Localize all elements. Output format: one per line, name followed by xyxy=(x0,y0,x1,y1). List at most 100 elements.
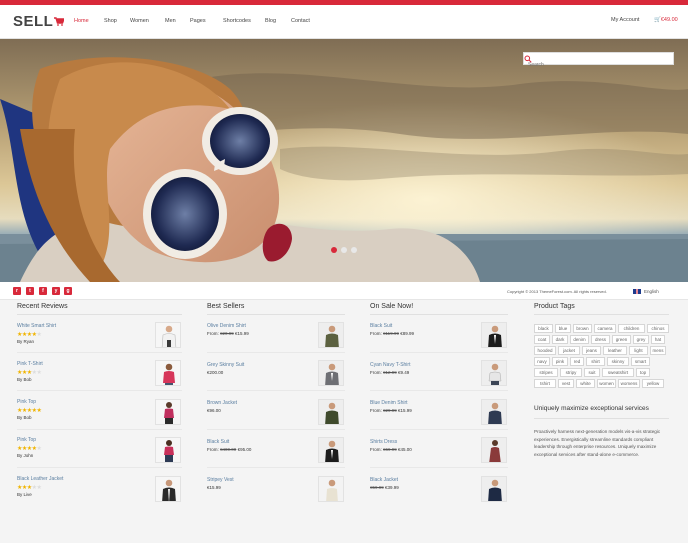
nav-item-home[interactable]: Home xyxy=(74,18,89,24)
tag-leather[interactable]: leather xyxy=(603,346,627,355)
tag-womens[interactable]: womens xyxy=(618,379,640,388)
tag-mens[interactable]: mens xyxy=(650,346,666,355)
tag-smart[interactable]: smart xyxy=(631,357,650,366)
old-price: €69.99 xyxy=(383,447,397,452)
tag-vest[interactable]: vest xyxy=(558,379,574,388)
nav-item-shop[interactable]: Shop xyxy=(104,18,117,24)
product-name[interactable]: Black Suit xyxy=(207,439,229,445)
tag-jeans[interactable]: jeans xyxy=(582,346,601,355)
product-name[interactable]: Blue Denim Shirt xyxy=(370,400,408,406)
product-name[interactable]: Black Jacket xyxy=(370,477,398,483)
nav-item-pages[interactable]: Pages xyxy=(190,18,206,24)
google-plus-icon[interactable]: g xyxy=(64,287,72,295)
tag-navy[interactable]: navy xyxy=(534,357,550,366)
tag-red[interactable]: red xyxy=(570,357,584,366)
old-price: €20.99 xyxy=(220,331,234,336)
tag-skinny[interactable]: skinny xyxy=(607,357,629,366)
review-author: By Live xyxy=(17,492,32,497)
tag-hat[interactable]: hat xyxy=(651,335,665,344)
product-thumbnail[interactable] xyxy=(318,399,344,425)
product-name[interactable]: Brown Jacket xyxy=(207,400,237,406)
product-price: From: €69.99 €45.00 xyxy=(370,447,412,452)
my-account-link[interactable]: My Account xyxy=(611,17,639,23)
slider-dot-2[interactable] xyxy=(341,247,347,253)
product-name[interactable]: Olive Denim Shirt xyxy=(207,323,246,329)
cart-link[interactable]: 🛒€49.00 xyxy=(654,17,678,23)
product-image xyxy=(156,438,180,462)
section-divider xyxy=(534,314,669,315)
tag-stripy[interactable]: stripy xyxy=(560,368,582,377)
tag-brown[interactable]: brown xyxy=(573,324,592,333)
nav-item-women[interactable]: Women xyxy=(130,18,149,24)
twitter-icon[interactable]: t xyxy=(26,287,34,295)
cart-total: €49.00 xyxy=(660,17,678,23)
review-product-name[interactable]: Pink Top xyxy=(17,437,36,443)
tag-chinos[interactable]: chinos xyxy=(647,324,669,333)
tag-children[interactable]: children xyxy=(618,324,645,333)
tag-grey[interactable]: grey xyxy=(633,335,649,344)
slider-dot-1[interactable] xyxy=(331,247,337,253)
review-product-name[interactable]: Pink T-Shirt xyxy=(17,361,43,367)
youtube-icon[interactable]: y xyxy=(52,287,60,295)
tag-sweatshirt[interactable]: sweatshirt xyxy=(602,368,634,377)
uk-flag-icon xyxy=(633,289,641,295)
tag-jacket[interactable]: jacket xyxy=(558,346,580,355)
tag-top[interactable]: top xyxy=(636,368,650,377)
tag-shirt[interactable]: shirt xyxy=(586,357,605,366)
product-thumbnail[interactable] xyxy=(155,360,181,386)
product-thumbnail[interactable] xyxy=(318,322,344,348)
product-thumbnail[interactable] xyxy=(481,476,507,502)
site-header: SELL Home Shop Women Men Pages Shortcode… xyxy=(0,5,688,39)
product-thumbnail[interactable] xyxy=(481,437,507,463)
tag-white[interactable]: white xyxy=(576,379,595,388)
nav-item-men[interactable]: Men xyxy=(165,18,176,24)
product-thumbnail[interactable] xyxy=(318,476,344,502)
product-thumbnail[interactable] xyxy=(481,360,507,386)
review-product-name[interactable]: Pink Top xyxy=(17,399,36,405)
product-thumbnail[interactable] xyxy=(155,476,181,502)
product-name[interactable]: Shirts Dress xyxy=(370,439,397,445)
hero-slider[interactable] xyxy=(0,39,688,282)
facebook-icon[interactable]: f xyxy=(39,287,47,295)
product-thumbnail[interactable] xyxy=(155,437,181,463)
tag-women[interactable]: women xyxy=(597,379,616,388)
tag-coat[interactable]: coat xyxy=(534,335,550,344)
review-product-name[interactable]: Black Leather Jacket xyxy=(17,476,63,482)
product-name[interactable]: Grey Skinny Suit xyxy=(207,362,244,368)
tag-green[interactable]: green xyxy=(612,335,631,344)
search-input[interactable] xyxy=(524,59,654,71)
product-name[interactable]: Black Suit xyxy=(370,323,392,329)
rating-stars: ★★★★★ xyxy=(17,408,42,414)
product-name[interactable]: Stripey Vest xyxy=(207,477,234,483)
tag-black[interactable]: black xyxy=(534,324,553,333)
tag-denim[interactable]: denim xyxy=(570,335,589,344)
search-icon[interactable] xyxy=(524,55,532,63)
tag-dress[interactable]: dress xyxy=(591,335,610,344)
site-logo[interactable]: SELL xyxy=(13,13,65,30)
tag-yellow[interactable]: yellow xyxy=(642,379,664,388)
product-thumbnail[interactable] xyxy=(481,399,507,425)
product-thumbnail[interactable] xyxy=(481,322,507,348)
rss-icon[interactable]: r xyxy=(13,287,21,295)
product-thumbnail[interactable] xyxy=(318,360,344,386)
product-thumbnail[interactable] xyxy=(155,399,181,425)
row-divider xyxy=(207,390,345,391)
tag-camera[interactable]: camera xyxy=(594,324,616,333)
tag-tshirt[interactable]: tshirt xyxy=(534,379,556,388)
tag-hooded[interactable]: hooded xyxy=(534,346,556,355)
review-product-name[interactable]: White Smart Shirt xyxy=(17,323,56,329)
tag-pink[interactable]: pink xyxy=(552,357,568,366)
tag-stripes[interactable]: stripes xyxy=(534,368,558,377)
tag-dark[interactable]: dark xyxy=(552,335,568,344)
nav-item-shortcodes[interactable]: Shortcodes xyxy=(223,18,251,24)
tag-light[interactable]: light xyxy=(629,346,648,355)
tag-suit[interactable]: suit xyxy=(584,368,600,377)
nav-item-blog[interactable]: Blog xyxy=(265,18,276,24)
slider-dot-3[interactable] xyxy=(351,247,357,253)
product-name[interactable]: Cyan Navy T-Shirt xyxy=(370,362,410,368)
product-thumbnail[interactable] xyxy=(318,437,344,463)
language-selector[interactable]: English xyxy=(633,289,659,295)
nav-item-contact[interactable]: Contact xyxy=(291,18,310,24)
product-thumbnail[interactable] xyxy=(155,322,181,348)
tag-blue[interactable]: blue xyxy=(555,324,571,333)
